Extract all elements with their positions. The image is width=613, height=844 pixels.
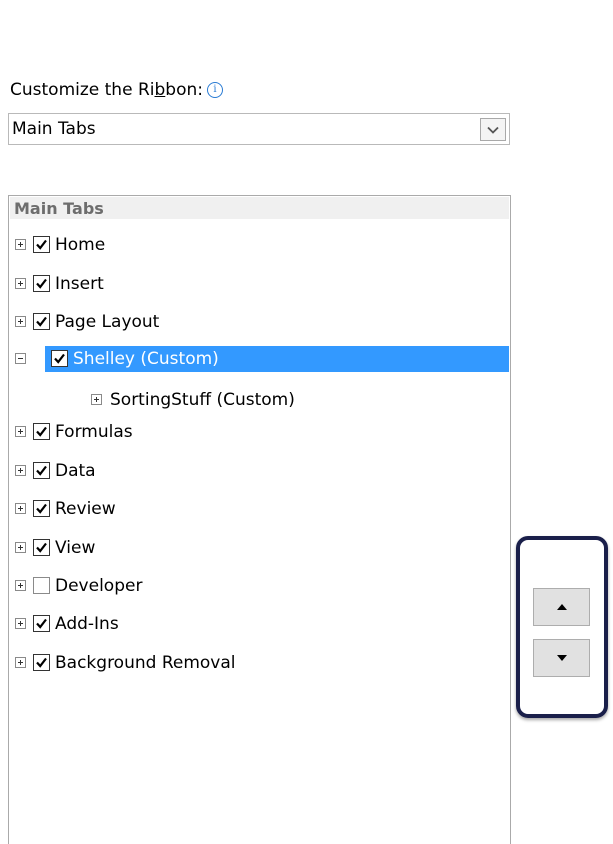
checkbox-review[interactable] xyxy=(33,500,50,517)
expand-plus-icon[interactable] xyxy=(15,503,26,514)
ribbon-tabs-tree[interactable]: Main Tabs Home Insert Page Layout Shelle… xyxy=(8,195,511,844)
expand-plus-icon[interactable] xyxy=(91,394,102,405)
tree-item-sortingstuff-custom[interactable]: SortingStuff (Custom) xyxy=(9,387,510,413)
tree-item-data[interactable]: Data xyxy=(9,458,510,484)
checkbox-data[interactable] xyxy=(33,462,50,479)
heading-text-part1: Customize the Ri xyxy=(10,80,155,100)
tree-item-label: Developer xyxy=(55,576,143,596)
tree-item-developer[interactable]: Developer xyxy=(9,573,510,599)
chevron-down-icon xyxy=(487,126,499,134)
customize-ribbon-panel: Customize the Ri b bon: i Main Tabs Main T… xyxy=(0,0,613,844)
expand-plus-icon[interactable] xyxy=(15,542,26,553)
tree-item-home[interactable]: Home xyxy=(9,232,510,258)
tree-item-background-removal[interactable]: Background Removal xyxy=(9,650,510,676)
move-down-button[interactable] xyxy=(533,639,590,677)
triangle-down-icon xyxy=(556,655,567,661)
checkmark-icon xyxy=(54,353,65,364)
customize-ribbon-label: Customize the Ri b bon: i xyxy=(10,79,223,101)
customize-ribbon-dropdown[interactable]: Main Tabs xyxy=(8,113,510,145)
heading-accel-key: b xyxy=(154,80,166,100)
expand-plus-icon[interactable] xyxy=(15,618,26,629)
expand-plus-icon[interactable] xyxy=(15,657,26,668)
checkmark-icon xyxy=(36,657,47,668)
checkmark-icon xyxy=(36,426,47,437)
expand-plus-icon[interactable] xyxy=(15,278,26,289)
tree-item-label: Shelley (Custom) xyxy=(73,349,219,369)
dropdown-selected-value: Main Tabs xyxy=(12,119,96,139)
checkmark-icon xyxy=(36,239,47,250)
tree-item-label: Page Layout xyxy=(55,312,160,332)
collapse-minus-icon[interactable] xyxy=(15,353,26,364)
tree-item-label: Data xyxy=(55,461,96,481)
info-icon[interactable]: i xyxy=(206,82,223,98)
expand-plus-icon[interactable] xyxy=(15,426,26,437)
tree-item-label: Review xyxy=(55,499,116,519)
checkbox-background-removal[interactable] xyxy=(33,654,50,671)
checkmark-icon xyxy=(36,503,47,514)
checkmark-icon xyxy=(36,316,47,327)
checkmark-icon xyxy=(36,618,47,629)
heading-text-part2: bon: xyxy=(165,80,203,100)
tree-item-label: Insert xyxy=(55,274,104,294)
dropdown-arrow-button[interactable] xyxy=(480,118,506,141)
checkbox-developer[interactable] xyxy=(33,577,50,594)
checkbox-page-layout[interactable] xyxy=(33,313,50,330)
tree-item-insert[interactable]: Insert xyxy=(9,271,510,297)
checkbox-view[interactable] xyxy=(33,539,50,556)
tree-item-label: Formulas xyxy=(55,422,133,442)
tree-item-label: Background Removal xyxy=(55,653,236,673)
tree-item-formulas[interactable]: Formulas xyxy=(9,419,510,445)
expand-plus-icon[interactable] xyxy=(15,580,26,591)
checkbox-home[interactable] xyxy=(33,236,50,253)
tree-item-page-layout[interactable]: Page Layout xyxy=(9,309,510,335)
tree-item-label: Home xyxy=(55,235,106,255)
expand-plus-icon[interactable] xyxy=(15,316,26,327)
checkbox-shelley-custom[interactable] xyxy=(51,350,68,367)
checkmark-icon xyxy=(36,465,47,476)
checkmark-icon xyxy=(36,542,47,553)
tree-item-label: View xyxy=(55,538,96,558)
tree-item-add-ins[interactable]: Add-Ins xyxy=(9,611,510,637)
tree-group-header: Main Tabs xyxy=(10,197,509,219)
tree-item-view[interactable]: View xyxy=(9,535,510,561)
tree-item-label: Add-Ins xyxy=(55,614,119,634)
expand-plus-icon[interactable] xyxy=(15,465,26,476)
tree-item-shelley-custom[interactable]: Shelley (Custom) xyxy=(9,346,510,372)
checkbox-add-ins[interactable] xyxy=(33,615,50,632)
move-up-button[interactable] xyxy=(533,588,590,626)
tree-item-review[interactable]: Review xyxy=(9,496,510,522)
checkbox-formulas[interactable] xyxy=(33,423,50,440)
checkbox-insert[interactable] xyxy=(33,275,50,292)
triangle-up-icon xyxy=(556,604,567,610)
annotation-highlight-frame xyxy=(516,536,608,718)
tree-item-label: SortingStuff (Custom) xyxy=(110,390,295,410)
expand-plus-icon[interactable] xyxy=(15,239,26,250)
checkmark-icon xyxy=(36,278,47,289)
